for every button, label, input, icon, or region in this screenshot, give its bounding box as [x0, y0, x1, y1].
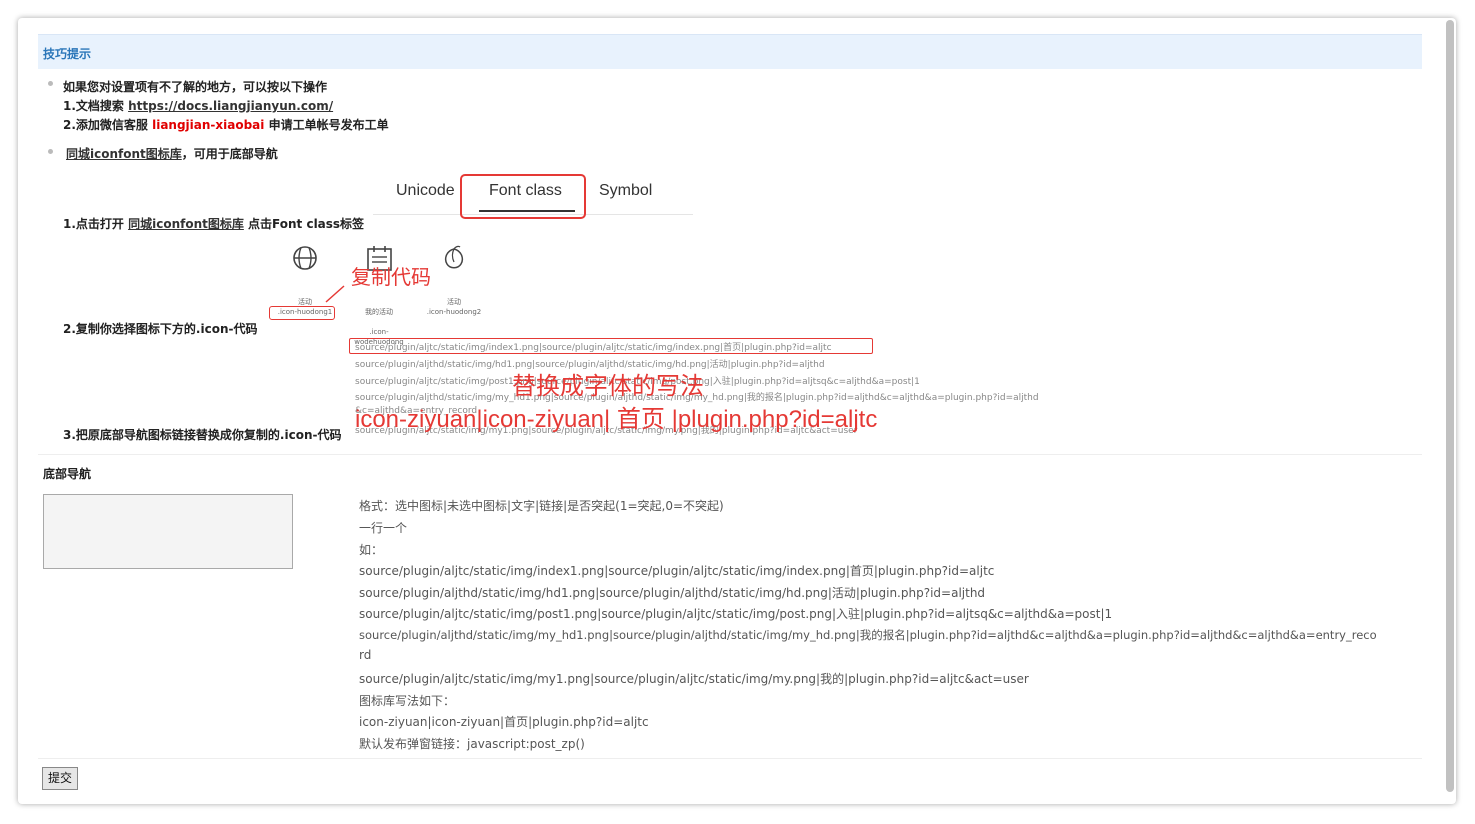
step1-line: 1.点击打开 同城iconfont图标库 点击Font class标签	[63, 215, 364, 232]
help-line: source/plugin/aljthd/static/img/hd1.png|…	[359, 586, 986, 600]
step3-line: 3.把原底部导航图标链接替换成你复制的.icon-代码	[63, 428, 342, 442]
tip-title: 技巧提示	[43, 47, 92, 61]
help-line: source/plugin/aljtc/static/img/post1.png…	[359, 607, 1113, 621]
peach-icon	[444, 245, 464, 269]
vertical-scrollbar[interactable]	[1446, 20, 1454, 792]
font-class-highlight	[460, 174, 586, 219]
wechat-id: liangjian-xiaobai	[152, 118, 265, 132]
divider	[38, 454, 1422, 455]
tip-wechat-line: 2.添加微信客服 liangjian-xiaobai 申请工单帐号发布工单	[63, 116, 389, 133]
iconfont-suffix: ，可用于底部导航	[181, 147, 278, 161]
help-line: 一行一个	[359, 521, 408, 535]
help-line: source/plugin/aljthd/static/img/my_hd1.p…	[359, 628, 1377, 642]
icon-code-highlight	[269, 306, 335, 320]
basketball-icon	[293, 246, 317, 270]
help-line: 默认发布弹窗链接：javascript:post_zp()	[359, 737, 585, 751]
help-line: icon-ziyuan|icon-ziyuan|首页|plugin.php?id…	[359, 715, 649, 729]
tab-symbol[interactable]: Symbol	[599, 182, 652, 200]
icon-label: 我的活动	[365, 308, 393, 316]
help-line: source/plugin/aljtc/static/img/index1.pn…	[359, 564, 995, 578]
tab-unicode[interactable]: Unicode	[396, 182, 455, 200]
step1-prefix: 1.点击打开	[63, 217, 129, 231]
icon-code: .icon-huodong2	[426, 308, 482, 316]
annotation-replace-example: icon-ziyuan|icon-ziyuan| 首页 |plugin.php?…	[355, 406, 878, 433]
iconfont-link[interactable]: 同城iconfont图标库	[66, 147, 182, 161]
icon-caption: 活动 .icon-huodong2	[419, 297, 489, 317]
tip-wechat-suffix: 申请工单帐号发布工单	[264, 118, 389, 132]
code-line: source/plugin/aljtc/static/img/index1.pn…	[355, 343, 832, 353]
iconfont-link-2[interactable]: 同城iconfont图标库	[128, 217, 244, 231]
iconfont-line: 同城iconfont图标库，可用于底部导航	[66, 145, 278, 162]
divider	[38, 758, 1422, 759]
step2-line: 2.复制你选择图标下方的.icon-代码	[63, 322, 258, 336]
bullet-icon	[48, 81, 53, 86]
docs-link[interactable]: https://docs.liangjianyun.com/	[128, 99, 333, 113]
step1-suffix: 点击Font class标签	[243, 217, 365, 231]
tip-header: 技巧提示	[38, 34, 1422, 69]
help-line: 如：	[359, 543, 384, 557]
annotation-copy-code: 复制代码	[351, 265, 431, 289]
help-line: source/plugin/aljtc/static/img/my1.png|s…	[359, 672, 1029, 686]
settings-window: 技巧提示 如果您对设置项有不了解的地方，可以按以下操作 1.文档搜索 https…	[18, 18, 1456, 804]
arrow-icon	[325, 285, 345, 303]
tip-doc-prefix: 1.文档搜索	[63, 99, 129, 113]
help-line: rd	[359, 648, 372, 662]
icon-label: 活动	[447, 298, 461, 306]
tip-line: 如果您对设置项有不了解的地方，可以按以下操作	[63, 80, 328, 94]
submit-button[interactable]: 提交	[42, 767, 78, 790]
bullet-icon	[48, 149, 53, 154]
annotation-replace-title: 替换成字体的写法	[512, 372, 704, 400]
help-line: 格式：选中图标|未选中图标|文字|链接|是否突起(1=突起,0=不突起)	[359, 499, 724, 513]
tip-wechat-prefix: 2.添加微信客服	[63, 118, 153, 132]
bottom-nav-textarea[interactable]	[43, 494, 293, 569]
help-line: 图标库写法如下：	[359, 694, 456, 708]
field-label: 底部导航	[43, 467, 92, 481]
tip-doc-line: 1.文档搜索 https://docs.liangjianyun.com/	[63, 97, 333, 114]
